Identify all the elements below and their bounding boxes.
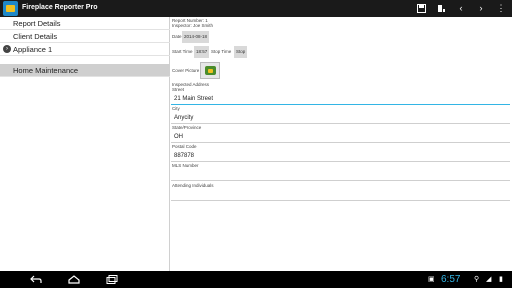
wifi-icon: ◢ xyxy=(486,276,492,283)
app-title: Fireplace Reporter Pro xyxy=(22,4,98,11)
recent-apps-icon[interactable] xyxy=(106,275,118,286)
report-form: Report Number: 1 Inspector: Joe Smith Da… xyxy=(171,17,512,271)
expand-arrow-icon[interactable]: › xyxy=(3,45,11,53)
settings-icon[interactable] xyxy=(433,1,449,16)
nav-item-appliance-1[interactable]: › Appliance 1 xyxy=(0,43,170,56)
nav-item-client-details[interactable]: Client Details xyxy=(0,30,170,43)
start-time-picker[interactable]: 18:57 xyxy=(194,46,210,58)
street-label: Street xyxy=(172,87,185,92)
overflow-menu-icon[interactable]: ⋮ xyxy=(493,1,509,16)
mls-number-label: MLS Number xyxy=(172,163,199,168)
state-field-underline xyxy=(171,142,510,143)
nav-item-home-maintenance[interactable]: Home Maintenance xyxy=(0,64,170,77)
date-picker[interactable]: 2014-08-18 xyxy=(182,31,210,43)
attending-individuals-label: Attending Individuals xyxy=(172,183,214,188)
attending-individuals-field-underline xyxy=(171,200,510,201)
app-window: Fireplace Reporter Pro ‹ › ⋮ Report Deta… xyxy=(0,0,512,288)
screenshot-notification-icon: ▣ xyxy=(428,276,435,283)
inspector-name: Inspector: Joe Smith xyxy=(172,23,214,28)
start-time-label: Start Time xyxy=(172,49,193,54)
postal-code-field[interactable]: 887878 xyxy=(174,152,194,160)
postal-code-field-underline xyxy=(171,161,510,162)
action-bar: Fireplace Reporter Pro ‹ › ⋮ xyxy=(0,0,512,17)
nav-item-label: Appliance 1 xyxy=(13,45,53,54)
postal-code-label: Postal Code xyxy=(172,144,197,149)
city-field[interactable]: Anycity xyxy=(174,114,193,122)
previous-icon[interactable]: ‹ xyxy=(453,1,469,16)
date-label: Date xyxy=(172,34,182,39)
nav-item-label: Home Maintenance xyxy=(13,66,79,75)
nav-item-label: Report Details xyxy=(13,19,61,28)
save-icon[interactable] xyxy=(413,1,429,16)
next-icon[interactable]: › xyxy=(473,1,489,16)
mls-number-field-underline xyxy=(171,180,510,181)
nav-item-report-details[interactable]: Report Details xyxy=(0,17,170,30)
home-icon[interactable] xyxy=(68,275,80,286)
usb-icon: ⚲ xyxy=(474,276,480,283)
system-nav-bar: ▣ 6:57 ⚲ ◢ ▮ xyxy=(0,271,512,288)
state-field[interactable]: OH xyxy=(174,133,183,141)
nav-item-label: Client Details xyxy=(13,32,58,41)
section-list: Report Details Client Details › Applianc… xyxy=(0,17,170,271)
city-field-underline xyxy=(171,123,510,124)
stop-button[interactable]: Stop xyxy=(234,46,248,58)
app-logo-icon[interactable] xyxy=(3,1,18,16)
cover-picture-label: Cover Picture xyxy=(172,68,200,73)
cover-picture-thumbnail[interactable] xyxy=(200,62,220,79)
state-label: State/Province xyxy=(172,125,202,130)
city-label: City xyxy=(172,106,180,111)
stop-time-label: Stop Time xyxy=(211,49,232,54)
street-field[interactable]: 21 Main Street xyxy=(174,95,213,103)
battery-icon: ▮ xyxy=(499,276,503,283)
clock: 6:57 xyxy=(441,274,461,285)
back-icon[interactable] xyxy=(30,275,42,286)
street-field-underline xyxy=(171,104,510,105)
